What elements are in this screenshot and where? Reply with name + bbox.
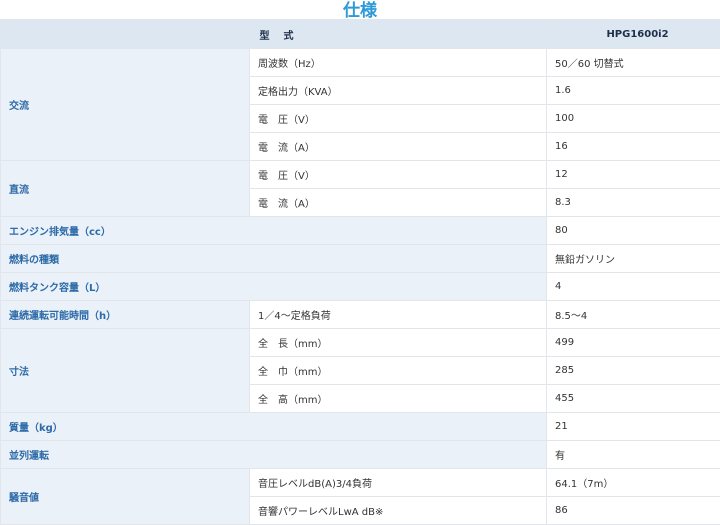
ac-output-label: 定格出力（KVA） (250, 77, 547, 105)
model-header-label: 型 式 (1, 20, 547, 49)
ac-freq-label: 周波数（Hz） (250, 49, 547, 77)
runtime-condition: 1／4〜定格負荷 (250, 301, 547, 329)
table-row: エンジン排気量（cc） 80 (1, 217, 720, 245)
displacement-label: エンジン排気量（cc） (1, 217, 547, 245)
dc-current-label: 電 流（A） (250, 189, 547, 217)
table-row: 直流 電 圧（V） 12 (1, 161, 720, 189)
length-value: 499 (547, 329, 720, 357)
runtime-label: 連続運転可能時間（h） (1, 301, 250, 329)
ac-output-value: 1.6 (547, 77, 720, 105)
noise-label: 騒音値 (1, 469, 250, 525)
dc-current-value: 8.3 (547, 189, 720, 217)
height-label: 全 高（mm） (250, 385, 547, 413)
dc-voltage-label: 電 圧（V） (250, 161, 547, 189)
parallel-value: 有 (547, 441, 720, 469)
runtime-value: 8.5〜4 (547, 301, 720, 329)
width-label: 全 巾（mm） (250, 357, 547, 385)
table-row: 騒音値 音圧レベルdB(A)3/4負荷 64.1（7m） (1, 469, 720, 497)
noise-pressure-label: 音圧レベルdB(A)3/4負荷 (250, 469, 547, 497)
model-name: HPG1600i2 (547, 20, 720, 49)
fuel-type-label: 燃料の種類 (1, 245, 547, 273)
width-value: 285 (547, 357, 720, 385)
table-row: 燃料タンク容量（L） 4 (1, 273, 720, 301)
noise-power-label: 音響パワーレベルLwA dB※ (250, 497, 547, 525)
ac-current-label: 電 流（A） (250, 133, 547, 161)
ac-voltage-value: 100 (547, 105, 720, 133)
table-row: 質量（kg） 21 (1, 413, 720, 441)
table-row: 寸法 全 長（mm） 499 (1, 329, 720, 357)
weight-value: 21 (547, 413, 720, 441)
displacement-value: 80 (547, 217, 720, 245)
noise-power-value: 86 (547, 497, 720, 525)
dc-voltage-value: 12 (547, 161, 720, 189)
noise-pressure-value: 64.1（7m） (547, 469, 720, 497)
parallel-label: 並列運転 (1, 441, 547, 469)
ac-current-value: 16 (547, 133, 720, 161)
ac-freq-value: 50／60 切替式 (547, 49, 720, 77)
spec-table: 型 式 HPG1600i2 交流 周波数（Hz） 50／60 切替式 定格出力（… (0, 19, 720, 525)
dimensions-label: 寸法 (1, 329, 250, 413)
table-row: 交流 周波数（Hz） 50／60 切替式 (1, 49, 720, 77)
table-row: 連続運転可能時間（h） 1／4〜定格負荷 8.5〜4 (1, 301, 720, 329)
dc-label: 直流 (1, 161, 250, 217)
length-label: 全 長（mm） (250, 329, 547, 357)
weight-label: 質量（kg） (1, 413, 547, 441)
table-row: 燃料の種類 無鉛ガソリン (1, 245, 720, 273)
tank-value: 4 (547, 273, 720, 301)
ac-label: 交流 (1, 49, 250, 161)
fuel-type-value: 無鉛ガソリン (547, 245, 720, 273)
tank-label: 燃料タンク容量（L） (1, 273, 547, 301)
height-value: 455 (547, 385, 720, 413)
ac-voltage-label: 電 圧（V） (250, 105, 547, 133)
table-header-row: 型 式 HPG1600i2 (1, 20, 720, 49)
table-row: 並列運転 有 (1, 441, 720, 469)
